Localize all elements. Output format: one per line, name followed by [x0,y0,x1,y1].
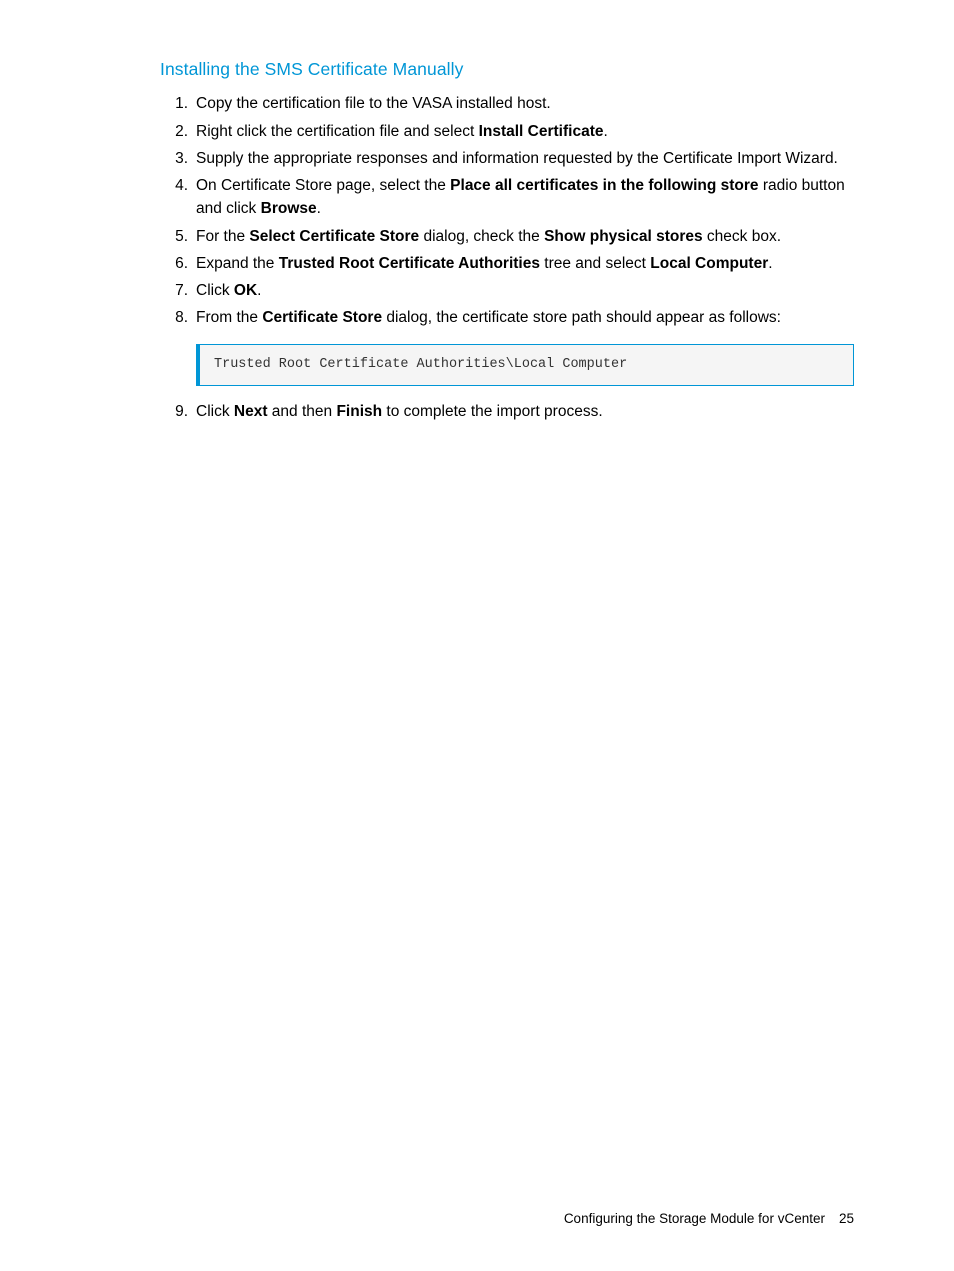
bold-text: Local Computer [650,255,768,272]
bold-text: Show physical stores [544,228,703,245]
step-text: Copy the certification file to the VASA … [196,95,551,112]
bold-text: Select Certificate Store [249,228,419,245]
step-text: dialog, check the [419,228,544,245]
step-text: For the [196,228,249,245]
step-text: to complete the import process. [382,403,603,420]
code-box: Trusted Root Certificate Authorities\Loc… [196,344,854,386]
step-2: Right click the certification file and s… [192,120,854,143]
step-text: Click [196,403,234,420]
step-text: . [257,282,261,299]
step-7: Click OK. [192,279,854,302]
step-text: Expand the [196,255,279,272]
step-8: From the Certificate Store dialog, the c… [192,306,854,329]
page-content: Installing the SMS Certificate Manually … [0,0,954,423]
step-text: and then [268,403,337,420]
bold-text: Finish [336,403,382,420]
step-text: On Certificate Store page, select the [196,177,450,194]
step-text: Right click the certification file and s… [196,123,479,140]
bold-text: Install Certificate [479,123,604,140]
step-4: On Certificate Store page, select the Pl… [192,174,854,221]
step-text: From the [196,309,262,326]
step-9: Click Next and then Finish to complete t… [192,400,854,423]
bold-text: Certificate Store [262,309,382,326]
footer-text: Configuring the Storage Module for vCent… [564,1211,825,1226]
section-heading: Installing the SMS Certificate Manually [160,56,854,82]
ordered-steps: Copy the certification file to the VASA … [160,92,854,329]
bold-text: Place all certificates in the following … [450,177,758,194]
ordered-steps-continued: Click Next and then Finish to complete t… [160,400,854,423]
step-text: . [317,200,321,217]
bold-text: Browse [261,200,317,217]
step-1: Copy the certification file to the VASA … [192,92,854,115]
bold-text: Next [234,403,268,420]
bold-text: Trusted Root Certificate Authorities [279,255,540,272]
step-text: . [768,255,772,272]
step-text: dialog, the certificate store path shoul… [382,309,781,326]
step-text: . [603,123,607,140]
step-6: Expand the Trusted Root Certificate Auth… [192,252,854,275]
step-text: Supply the appropriate responses and inf… [196,150,838,167]
step-text: Click [196,282,234,299]
step-text: tree and select [540,255,650,272]
page-number: 25 [839,1211,854,1226]
page-footer: Configuring the Storage Module for vCent… [564,1209,854,1229]
step-text: check box. [703,228,781,245]
bold-text: OK [234,282,257,299]
step-3: Supply the appropriate responses and inf… [192,147,854,170]
step-5: For the Select Certificate Store dialog,… [192,225,854,248]
